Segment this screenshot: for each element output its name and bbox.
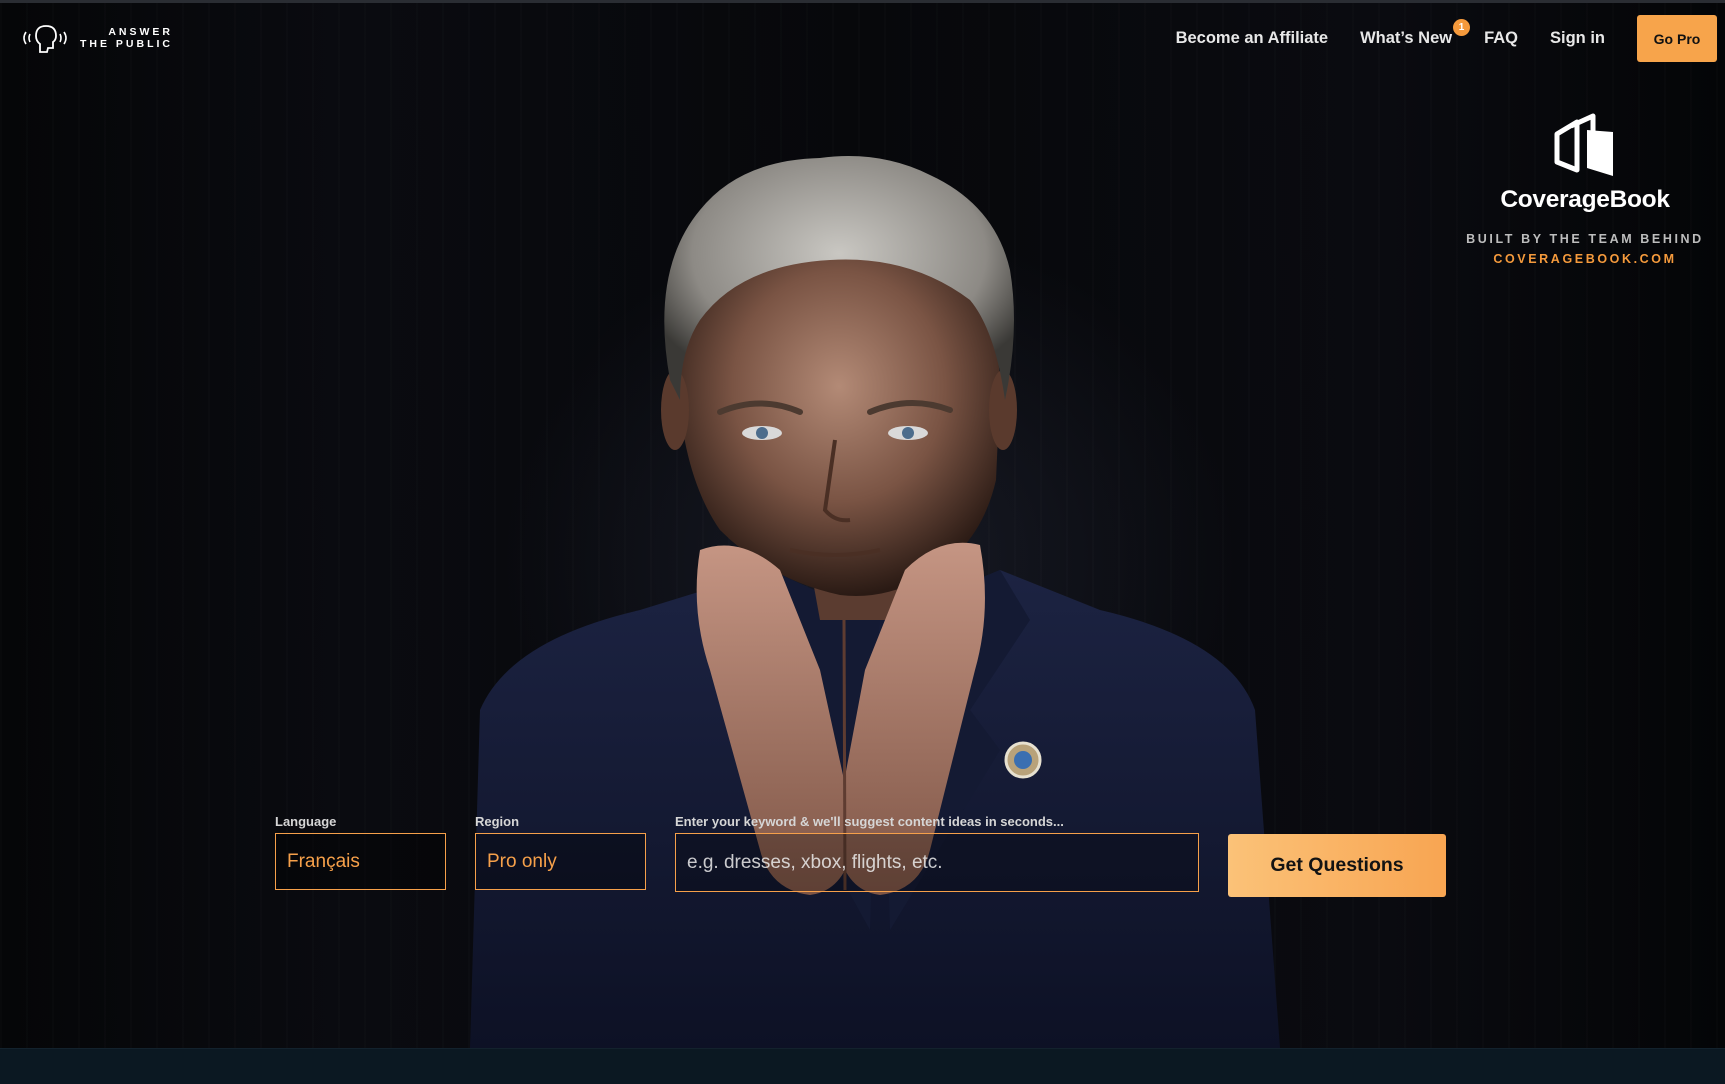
logo-line-2: THE PUBLIC [80,38,173,50]
sign-in-link[interactable]: Sign in [1550,29,1605,48]
logo-wordmark: ANSWER THE PUBLIC [80,26,173,50]
keyword-label: Enter your keyword & we'll suggest conte… [675,814,1064,829]
coveragebook-name: CoverageBook [1500,186,1670,213]
answer-the-public-logo[interactable]: ANSWER THE PUBLIC [20,22,173,54]
region-select-value: Pro only [487,850,557,872]
whats-new-badge: 1 [1453,19,1471,36]
coveragebook-logo-icon [1554,113,1613,176]
coveragebook-url-link[interactable]: COVERAGEBOOK.COM [1460,252,1710,266]
hero-person-image [470,156,1280,1048]
coveragebook-tagline: BUILT BY THE TEAM BEHIND [1466,232,1704,246]
faq-link[interactable]: FAQ [1484,29,1518,48]
whats-new-link[interactable]: What’s New 1 [1360,19,1471,48]
whats-new-label: What’s New [1360,29,1453,47]
language-select-value: Français [287,850,360,872]
window-top-border [0,0,1725,3]
get-questions-button[interactable]: Get Questions [1228,834,1446,897]
language-select[interactable]: Français [275,833,446,890]
footer-band [0,1048,1725,1084]
region-select[interactable]: Pro only [475,833,646,890]
coveragebook-sponsor[interactable]: CoverageBook BUILT BY THE TEAM BEHIND CO… [1460,112,1710,266]
go-pro-button[interactable]: Go Pro [1637,15,1717,62]
keyword-input[interactable] [675,833,1199,892]
language-label: Language [275,814,337,829]
logo-line-1: ANSWER [108,26,173,38]
speaking-head-icon [23,25,67,53]
top-navigation: Become an Affiliate What’s New 1 FAQ Sig… [1176,15,1717,62]
region-label: Region [475,814,520,829]
become-affiliate-link[interactable]: Become an Affiliate [1176,29,1329,48]
